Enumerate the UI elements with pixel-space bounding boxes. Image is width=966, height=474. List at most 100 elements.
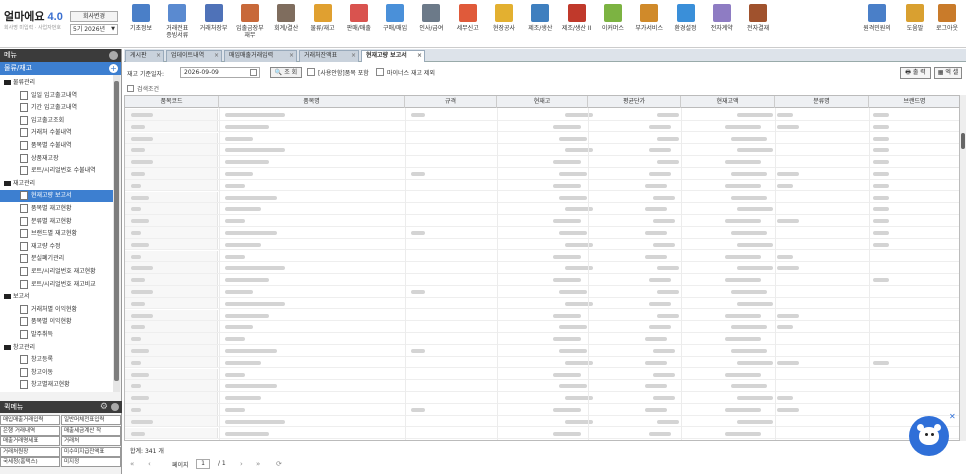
- tab-5[interactable]: 현재고량 보고서 ×: [361, 50, 425, 62]
- tab-3[interactable]: 매입매출거래입력 ×: [224, 50, 297, 62]
- toolbar-button-basic-info[interactable]: 기초정보: [124, 4, 158, 44]
- column-header[interactable]: 평균단가: [588, 96, 681, 108]
- last-page-icon[interactable]: »: [256, 460, 260, 468]
- menu-item[interactable]: 상품재고장: [0, 153, 113, 165]
- close-tab-icon[interactable]: ×: [351, 51, 356, 61]
- scroll-thumb[interactable]: [961, 133, 965, 149]
- page-number-input[interactable]: 1: [196, 459, 210, 469]
- menu-group[interactable]: 보고서: [0, 291, 113, 303]
- tab-2[interactable]: 업데이트내역 ×: [166, 50, 222, 62]
- table-row[interactable]: [125, 309, 959, 322]
- table-row[interactable]: [125, 238, 959, 251]
- table-row[interactable]: [125, 427, 959, 440]
- toolbar-button-ledger[interactable]: 거래처장부: [197, 4, 231, 44]
- menu-item[interactable]: 품목별 이익현황: [0, 316, 113, 328]
- table-row[interactable]: [125, 404, 959, 416]
- calendar-icon[interactable]: [250, 69, 257, 76]
- print-button[interactable]: 🖶 출 력: [900, 67, 931, 79]
- table-row[interactable]: [125, 179, 959, 192]
- quickmenu-item[interactable]: 매출세금계산 작: [61, 425, 121, 436]
- quickmenu-item[interactable]: 미수미지급잔액표: [61, 446, 121, 457]
- table-row[interactable]: [125, 262, 959, 275]
- collapse-sidebar-icon[interactable]: [109, 51, 118, 60]
- column-header[interactable]: 품목코드: [125, 96, 219, 108]
- table-row[interactable]: [125, 392, 959, 404]
- menu-item[interactable]: 로트/시리얼번호 재고비교: [0, 279, 113, 291]
- menu-group[interactable]: 창고관리: [0, 342, 113, 354]
- table-row[interactable]: [125, 215, 959, 227]
- table-row[interactable]: [125, 250, 959, 263]
- toolbar-button-accounting[interactable]: 회계/결산: [269, 4, 303, 44]
- toolbar-button-voucher[interactable]: 거래전표 증빙서류: [160, 4, 194, 44]
- table-row[interactable]: [125, 297, 959, 310]
- menu-item[interactable]: 창고이동: [0, 367, 113, 379]
- grid-scrollbar[interactable]: [960, 95, 966, 441]
- plus-icon[interactable]: +: [109, 64, 118, 73]
- menu-item[interactable]: 입고출고조회: [0, 115, 113, 127]
- column-header[interactable]: 현재고액: [681, 96, 775, 108]
- table-row[interactable]: [125, 415, 959, 428]
- toolbar-button-manufacture2[interactable]: 제조/생산 II: [560, 4, 594, 44]
- toolbar-button-bank[interactable]: 입출금장부 재무: [233, 4, 267, 44]
- column-header[interactable]: 규격: [405, 96, 497, 108]
- menu-item[interactable]: 품목별 재고현황: [0, 203, 113, 215]
- tree-scrollbar[interactable]: [113, 75, 120, 392]
- exclude-negative-checkbox[interactable]: 마이너스 재고 제외: [376, 68, 435, 78]
- close-tab-icon[interactable]: ×: [214, 51, 219, 61]
- menu-group[interactable]: 재고관리: [0, 178, 113, 190]
- quickmenu-item[interactable]: 매출거래명세표: [0, 436, 60, 446]
- prev-page-icon[interactable]: ‹: [148, 460, 151, 468]
- menu-item[interactable]: 분류별 재고현황: [0, 216, 113, 228]
- fiscal-period-select[interactable]: 5기 2026년 ▼: [70, 24, 118, 35]
- close-icon[interactable]: ✕: [949, 412, 956, 421]
- refresh-icon[interactable]: ⟳: [276, 460, 282, 468]
- collapse-quickmenu-icon[interactable]: [111, 403, 119, 411]
- table-row[interactable]: [125, 286, 959, 298]
- menu-item[interactable]: 창고별재고현황: [0, 379, 113, 391]
- change-company-button[interactable]: 회사변경: [70, 11, 118, 22]
- toolbar-button-logistics[interactable]: 물류/재고: [306, 4, 340, 44]
- quickmenu-item[interactable]: 미지정: [61, 457, 121, 467]
- table-row[interactable]: [125, 109, 959, 121]
- module-selector[interactable]: 물류/재고 +: [0, 62, 121, 75]
- table-row[interactable]: [125, 345, 959, 357]
- table-row[interactable]: [125, 333, 959, 345]
- table-row[interactable]: [125, 120, 959, 133]
- excel-button[interactable]: ▦ 엑 셀: [934, 67, 962, 79]
- table-row[interactable]: [125, 274, 959, 286]
- quickmenu-item[interactable]: 국세청(홈택스): [0, 457, 60, 467]
- close-tab-icon[interactable]: ×: [417, 51, 422, 61]
- toolbar-button-manufacture[interactable]: 제조/생산: [523, 4, 557, 44]
- quickmenu-item[interactable]: 거래처원장: [0, 446, 60, 457]
- tab-4[interactable]: 거래처잔액표 ×: [299, 50, 359, 62]
- menu-item[interactable]: 현재고량 보고서: [0, 190, 113, 203]
- quickmenu-item[interactable]: 은행 거래내역: [0, 425, 60, 436]
- toolbar-button-remote-support[interactable]: 원격민원의: [860, 4, 894, 44]
- menu-item[interactable]: 로트/시리얼번호 수불내역: [0, 165, 113, 177]
- toolbar-button-contract[interactable]: 전자계약: [705, 4, 739, 44]
- table-row[interactable]: [125, 156, 959, 168]
- table-row[interactable]: [125, 144, 959, 157]
- table-row[interactable]: [125, 132, 959, 145]
- toolbar-button-hr[interactable]: 인사/급여: [414, 4, 448, 44]
- close-tab-icon[interactable]: ×: [156, 51, 161, 61]
- close-tab-icon[interactable]: ×: [289, 51, 294, 61]
- table-row[interactable]: [125, 191, 959, 204]
- toolbar-button-purchase[interactable]: 구매/매입: [378, 4, 412, 44]
- first-page-icon[interactable]: «: [130, 460, 134, 468]
- column-header[interactable]: 분류명: [775, 96, 869, 108]
- toolbar-button-tax[interactable]: 세무신고: [451, 4, 485, 44]
- include-unused-checkbox[interactable]: [사용안함]품목 포함: [307, 68, 369, 78]
- column-header[interactable]: 품목명: [219, 96, 405, 108]
- menu-group[interactable]: 물류관리: [0, 77, 113, 89]
- chatbot-button[interactable]: [909, 416, 949, 456]
- base-date-input[interactable]: 2026-09-09: [180, 67, 260, 78]
- table-row[interactable]: [125, 380, 959, 393]
- table-row[interactable]: [125, 368, 959, 381]
- toolbar-button-construction[interactable]: 현장공사: [487, 4, 521, 44]
- table-row[interactable]: [125, 203, 959, 216]
- table-row[interactable]: [125, 227, 959, 239]
- toolbar-button-service[interactable]: 부가서비스: [632, 4, 666, 44]
- quickmenu-item[interactable]: 매입매출거래입력: [0, 415, 60, 425]
- tab-1[interactable]: 게시판 ×: [125, 50, 164, 62]
